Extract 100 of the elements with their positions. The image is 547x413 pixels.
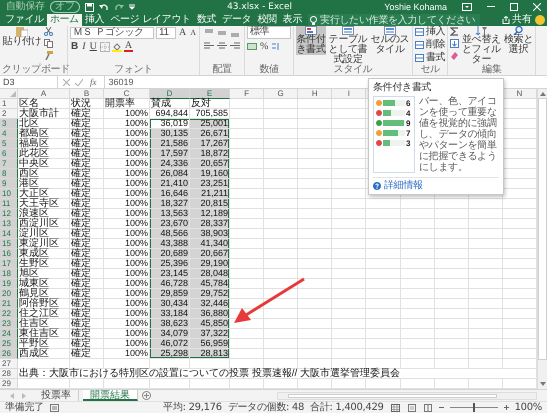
font-style-button[interactable]: B (70, 40, 80, 52)
insert-function-button[interactable]: fx (88, 76, 98, 88)
paste-button[interactable]: 貼り付け (2, 26, 42, 47)
cells-button[interactable]: 削除 (415, 39, 446, 51)
column-header[interactable]: H (298, 89, 332, 99)
shrink-font-button[interactable]: A (189, 26, 198, 38)
scroll-down-icon[interactable] (540, 382, 546, 386)
cancel-icon[interactable] (63, 78, 70, 86)
row-header[interactable]: 10 (0, 189, 18, 199)
ribbon-tab[interactable]: 校閲 (254, 14, 280, 26)
row-header[interactable]: 25 (0, 339, 18, 349)
align-icon[interactable] (230, 41, 240, 50)
horizontal-scrollbar[interactable] (277, 392, 537, 400)
add-sheet-icon[interactable] (142, 391, 151, 400)
normal-view-icon[interactable] (390, 404, 400, 412)
row-header[interactable]: 5 (0, 139, 18, 149)
ribbon-tab[interactable]: ホーム (46, 14, 82, 26)
font-color-button[interactable]: A (124, 41, 134, 52)
row-header[interactable]: 24 (0, 329, 18, 339)
macro-icon[interactable] (50, 404, 59, 412)
tell-me-field[interactable]: 実行したい作業を入力してください (308, 14, 480, 26)
font-style-button[interactable]: U (88, 40, 98, 52)
emoji-icon[interactable] (535, 15, 545, 25)
row-header[interactable]: 1 (0, 99, 18, 109)
column-header[interactable]: C (104, 89, 150, 99)
row-header[interactable]: 15 (0, 239, 18, 249)
row-header[interactable]: 20 (0, 289, 18, 299)
currency-icon[interactable] (247, 42, 258, 51)
row-header[interactable]: 4 (0, 129, 18, 139)
maximize-icon[interactable] (510, 3, 518, 11)
row-header[interactable]: 21 (0, 299, 18, 309)
row-header[interactable]: 17 (0, 259, 18, 269)
editing-button[interactable]: 検索と選択 (503, 26, 534, 55)
row-header[interactable]: 7 (0, 159, 18, 169)
row-header[interactable]: 19 (0, 279, 18, 289)
row-header[interactable]: 12 (0, 209, 18, 219)
row-header[interactable]: 27 (0, 359, 18, 369)
name-box[interactable]: D3 (0, 76, 58, 88)
fill-down-icon[interactable] (450, 39, 460, 48)
ribbon-display-icon[interactable] (462, 3, 472, 11)
page-layout-icon[interactable] (408, 404, 416, 412)
eraser-icon[interactable] (450, 51, 460, 60)
save-icon[interactable] (84, 2, 94, 12)
customize-icon[interactable] (128, 4, 135, 10)
close-icon[interactable] (533, 3, 541, 11)
row-header[interactable]: 28 (0, 369, 18, 379)
row-header[interactable]: 18 (0, 269, 18, 279)
ribbon-tab[interactable]: 表示 (280, 14, 306, 26)
row-header[interactable]: 13 (0, 219, 18, 229)
grow-font-button[interactable]: A (178, 26, 188, 38)
format-painter-icon[interactable] (44, 51, 53, 60)
share-button[interactable]: 共有 (499, 14, 535, 26)
style-button[interactable]: セルのスタイル (370, 26, 410, 55)
ribbon-tab[interactable]: ページ レイアウト (107, 14, 194, 26)
page-break-icon[interactable] (424, 404, 432, 412)
column-header[interactable]: D (150, 89, 190, 99)
cells-button[interactable]: 挿入 (415, 26, 446, 38)
scroll-up-icon[interactable] (540, 92, 546, 96)
zoom-in-icon[interactable] (504, 405, 509, 410)
row-header[interactable]: 3 (0, 119, 18, 129)
number-format-field[interactable]: 標準 (247, 26, 292, 39)
copy-icon[interactable] (44, 39, 53, 48)
row-header[interactable]: 14 (0, 229, 18, 239)
column-header[interactable]: B (70, 89, 104, 99)
font-name-field[interactable]: ＭＳ Ｐゴシック (70, 26, 154, 38)
row-header[interactable]: 11 (0, 199, 18, 209)
style-button[interactable]: 条件付き書式 (296, 26, 326, 55)
cut-icon[interactable] (44, 27, 53, 36)
autosave-toggle[interactable]: オフ (50, 1, 80, 13)
row-header[interactable]: 23 (0, 319, 18, 329)
row-header[interactable]: 2 (0, 109, 18, 119)
zoom-out-icon[interactable] (438, 405, 444, 410)
align-icon[interactable] (204, 41, 214, 50)
more-info-link[interactable]: 詳細情報 (384, 180, 423, 191)
undo-icon[interactable] (98, 2, 109, 12)
style-button[interactable]: テーブルとして書式設定 (328, 26, 368, 65)
ribbon-tab[interactable]: データ (219, 14, 254, 26)
ribbon-tab[interactable]: 数式 (194, 14, 220, 26)
zoom-level[interactable]: 100% (514, 402, 542, 413)
column-header[interactable]: G (264, 89, 298, 99)
column-header[interactable]: F (230, 89, 264, 99)
cells-button[interactable]: 書式 (415, 52, 446, 64)
borders-icon[interactable] (100, 42, 110, 52)
decimal-icon[interactable] (271, 42, 282, 51)
percent-button[interactable]: % (259, 40, 270, 52)
column-header[interactable]: N (502, 89, 537, 99)
row-header[interactable]: 26 (0, 349, 18, 359)
ribbon-tab[interactable]: 挿入 (82, 14, 108, 26)
font-style-button[interactable]: I (81, 40, 87, 52)
font-size-field[interactable]: 11 (156, 26, 176, 38)
minimize-icon[interactable] (487, 6, 495, 8)
fill-color-icon[interactable] (112, 42, 122, 52)
row-header[interactable]: 9 (0, 179, 18, 189)
align-icon[interactable] (217, 41, 228, 50)
sheet-tab[interactable]: 開票結果 (83, 390, 138, 401)
column-header[interactable]: I (332, 89, 366, 99)
sum-icon[interactable] (450, 27, 460, 36)
check-icon[interactable] (75, 78, 83, 86)
redo-icon[interactable] (114, 2, 124, 12)
ribbon-tab[interactable]: ファイル (2, 14, 47, 26)
